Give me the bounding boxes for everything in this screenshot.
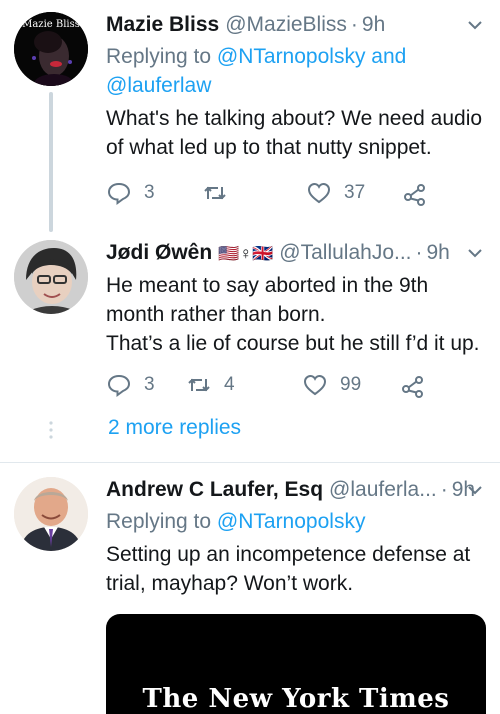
avatar[interactable]	[14, 477, 88, 551]
reply-icon	[107, 182, 131, 205]
and-link[interactable]: and	[371, 45, 406, 68]
retweet-button[interactable]: 4	[186, 372, 235, 398]
reply-count: 3	[144, 374, 155, 395]
separator-dot: ·	[440, 478, 448, 501]
like-button[interactable]: 99	[302, 372, 361, 398]
avatar-image: Mazie Bliss	[14, 12, 88, 86]
avatar-label: Mazie Bliss	[22, 19, 80, 30]
thread-dots-icon	[49, 421, 53, 439]
chevron-down-icon[interactable]	[464, 14, 486, 36]
display-name[interactable]: Andrew C Laufer, Esq	[106, 477, 323, 503]
mention-link[interactable]: @lauferlaw	[106, 74, 211, 97]
retweet-count: 4	[224, 374, 235, 395]
like-button[interactable]: 37	[306, 180, 365, 206]
user-handle[interactable]: @lauferla...	[329, 477, 437, 503]
chevron-down-icon[interactable]	[464, 479, 486, 501]
thread-line	[49, 92, 53, 232]
separator-dot: ·	[415, 241, 423, 264]
like-count: 99	[340, 374, 362, 395]
share-button[interactable]	[400, 372, 426, 398]
tweet-text: Setting up an incompetence defense at tr…	[106, 543, 471, 595]
replying-to: Replying to @NTarnopolsky and @lauferlaw	[106, 45, 407, 97]
tweet-text: What's he talking about? We need audio o…	[106, 107, 483, 159]
share-button[interactable]	[402, 180, 428, 206]
separator-dot: ·	[350, 13, 358, 36]
heart-icon	[303, 374, 327, 396]
avatar[interactable]	[14, 240, 88, 314]
like-count: 37	[344, 182, 366, 203]
tweet-text: He meant to say aborted in the 9th month…	[106, 274, 480, 355]
replying-to: Replying to @NTarnopolsky	[106, 510, 366, 533]
more-replies-link[interactable]: 2 more replies	[108, 416, 241, 440]
tweet-mazie-bliss[interactable]: Mazie Bliss Mazie Bliss @MazieBliss · 9h…	[0, 0, 500, 232]
retweet-button[interactable]	[202, 180, 228, 206]
user-handle[interactable]: @MazieBliss	[225, 12, 347, 38]
link-preview-card[interactable]: The New York Times	[106, 614, 486, 714]
tweet-actions: 3 4 99	[106, 372, 436, 402]
reply-count: 3	[144, 182, 155, 203]
timestamp[interactable]: 9h	[427, 240, 450, 266]
reply-button[interactable]: 3	[106, 372, 155, 398]
display-name[interactable]: Jødi Øwên	[106, 240, 212, 266]
mention-link[interactable]: @NTarnopolsky	[217, 510, 366, 533]
avatar[interactable]: Mazie Bliss	[14, 12, 88, 86]
display-name[interactable]: Mazie Bliss	[106, 12, 219, 38]
share-icon	[404, 184, 425, 206]
reply-button[interactable]: 3	[106, 180, 155, 206]
retweet-icon	[188, 378, 210, 392]
tweet-jodi-owen[interactable]: Jødi Øwên 🇺🇸♀🇬🇧 @TallulahJo... · 9h He m…	[0, 232, 500, 460]
retweet-icon	[204, 186, 226, 200]
nyt-logo: The New York Times	[142, 684, 450, 714]
timestamp[interactable]: 9h	[362, 12, 385, 38]
user-handle[interactable]: @TallulahJo...	[279, 240, 411, 266]
tweet-actions: 3 37	[106, 180, 436, 210]
chevron-down-icon[interactable]	[464, 242, 486, 264]
mention-link[interactable]: @NTarnopolsky	[217, 45, 366, 68]
avatar-image	[14, 477, 88, 551]
heart-icon	[307, 182, 331, 204]
avatar-image	[14, 240, 88, 314]
share-icon	[402, 376, 423, 398]
reply-icon	[107, 374, 131, 397]
flag-emojis: 🇺🇸♀🇬🇧	[218, 244, 274, 263]
